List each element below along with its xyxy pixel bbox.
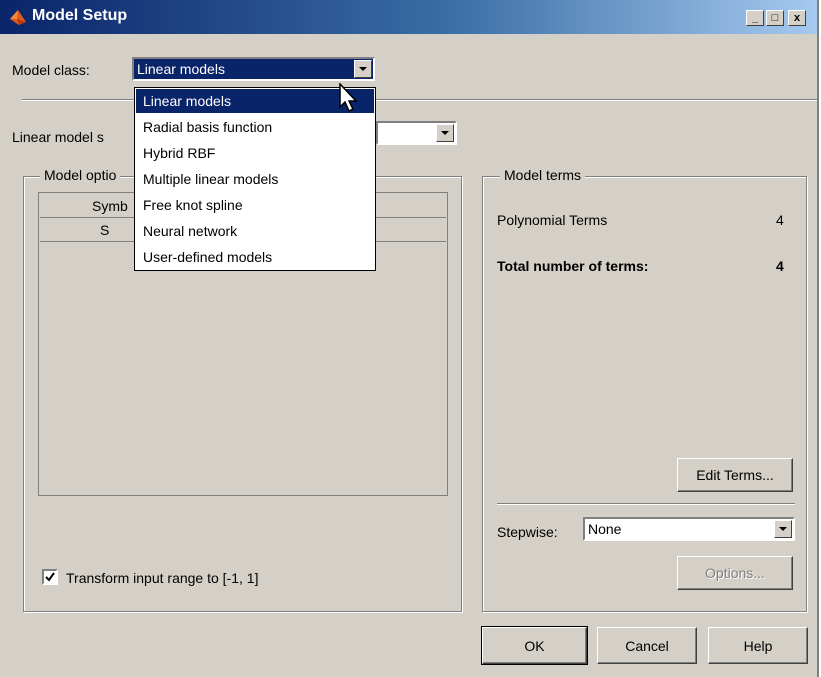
model-class-label: Model class: <box>12 62 90 78</box>
table-cell[interactable]: S <box>100 222 109 238</box>
model-options-title: Model optio <box>40 167 121 183</box>
dropdown-option-hybrid-rbf[interactable]: Hybrid RBF <box>136 141 374 165</box>
close-button[interactable]: x <box>788 10 806 26</box>
dropdown-option-radial-basis-function[interactable]: Radial basis function <box>136 115 374 139</box>
checkmark-icon <box>45 572 55 582</box>
help-label: Help <box>743 637 773 654</box>
matlab-logo-icon <box>10 10 26 25</box>
linear-model-subclass-combobox[interactable] <box>376 121 457 145</box>
model-terms-title: Model terms <box>500 167 586 183</box>
options-button[interactable]: Options... <box>677 556 793 590</box>
dropdown-option-neural-network[interactable]: Neural network <box>136 219 374 243</box>
model-class-value: Linear models <box>137 61 225 77</box>
dropdown-option-free-knot-spline[interactable]: Free knot spline <box>136 193 374 217</box>
ok-button[interactable]: OK <box>481 626 588 665</box>
edit-terms-button[interactable]: Edit Terms... <box>677 458 793 492</box>
total-terms-label: Total number of terms: <box>497 258 649 274</box>
mouse-cursor-icon <box>339 83 358 113</box>
transform-checkbox[interactable] <box>42 569 58 585</box>
dropdown-option-user-defined-models[interactable]: User-defined models <box>136 245 374 269</box>
linear-model-subclass-label: Linear model s <box>12 129 104 145</box>
ok-label: OK <box>524 637 545 654</box>
terms-separator <box>497 503 795 505</box>
maximize-button[interactable]: □ <box>766 10 784 26</box>
window-title: Model Setup <box>32 7 128 24</box>
cancel-button[interactable]: Cancel <box>597 627 697 664</box>
dropdown-option-multiple-linear-models[interactable]: Multiple linear models <box>136 167 374 191</box>
options-label: Options... <box>705 565 765 581</box>
total-terms-value: 4 <box>776 258 784 274</box>
stepwise-value: None <box>588 521 622 537</box>
table-header-symbol[interactable]: Symb <box>92 198 128 214</box>
model-setup-window: Model Setup _ □ x Model class: Linear mo… <box>0 0 819 677</box>
polynomial-terms-value: 4 <box>776 212 784 228</box>
chevron-down-icon[interactable] <box>354 60 372 78</box>
transform-label[interactable]: Transform input range to [-1, 1] <box>66 570 258 586</box>
edit-terms-label: Edit Terms... <box>696 467 774 483</box>
model-class-combobox[interactable]: Linear models <box>132 57 375 81</box>
chevron-down-icon[interactable] <box>436 124 454 142</box>
stepwise-label: Stepwise: <box>497 524 558 540</box>
stepwise-combobox[interactable]: None <box>583 517 795 541</box>
model-terms-group <box>482 176 807 612</box>
title-bar[interactable]: Model Setup _ □ x <box>0 0 817 34</box>
cancel-label: Cancel <box>625 637 669 654</box>
help-button[interactable]: Help <box>708 627 808 664</box>
chevron-down-icon[interactable] <box>774 520 792 538</box>
polynomial-terms-label: Polynomial Terms <box>497 212 608 228</box>
minimize-button[interactable]: _ <box>746 10 764 26</box>
